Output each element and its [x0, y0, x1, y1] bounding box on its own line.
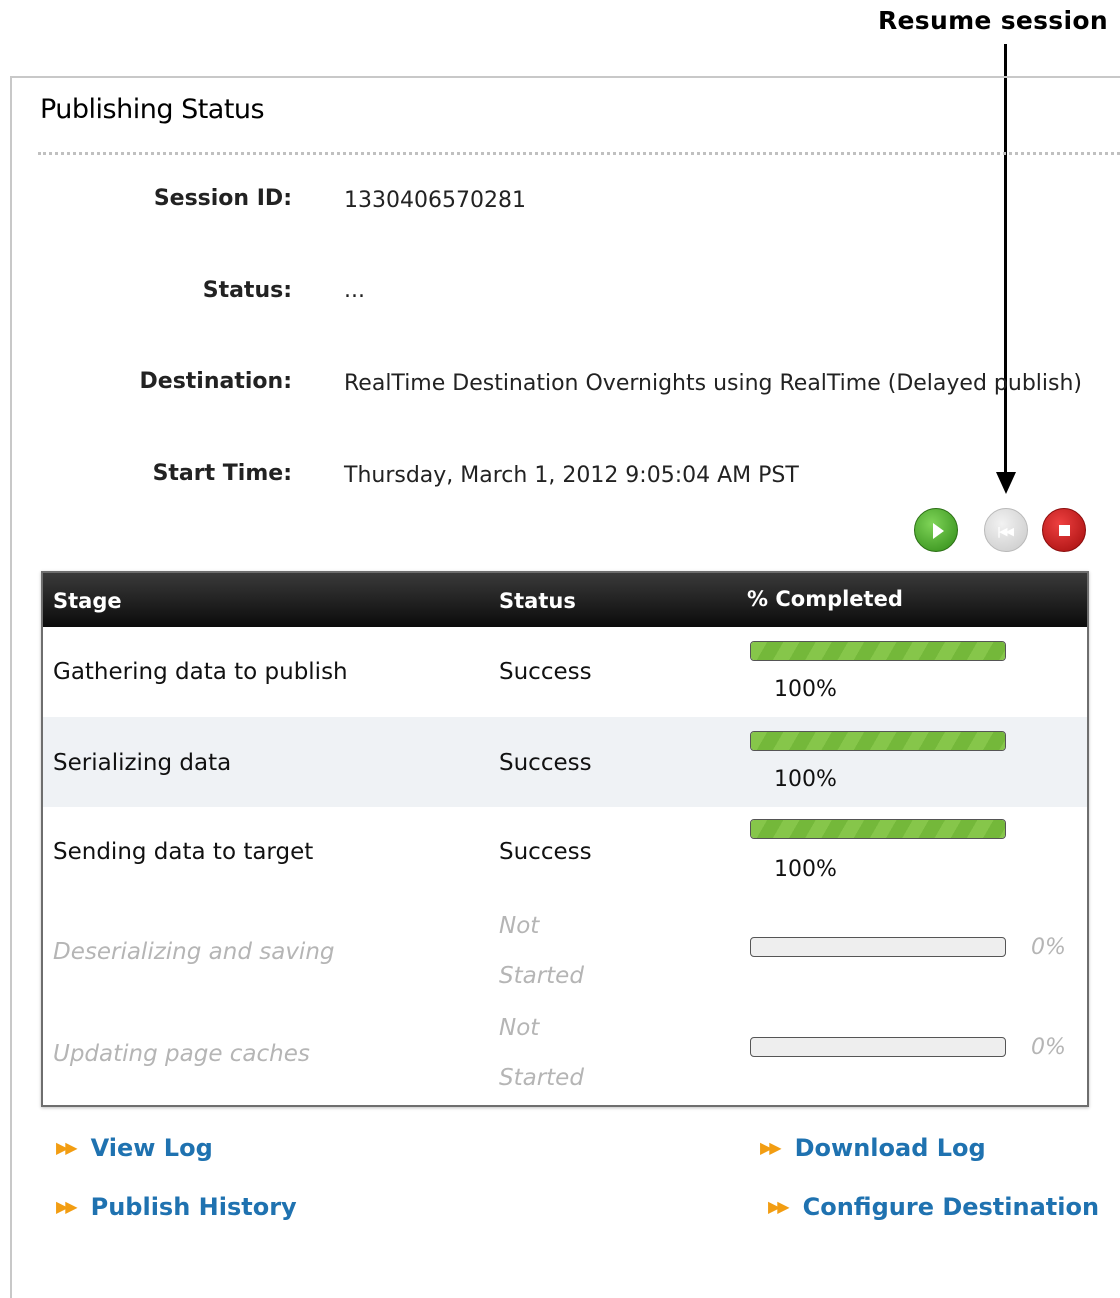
session-id-value: 1330406570281	[344, 188, 526, 213]
double-chevron-right-icon: ▶▶	[768, 1197, 790, 1216]
publishing-stages-table: Stage Status % Completed Gathering data …	[41, 571, 1089, 1107]
resume-session-annotation: Resume session	[878, 6, 1108, 35]
status-cell: Success	[499, 839, 592, 865]
panel-title: Publishing Status	[40, 94, 265, 125]
start-time-label: Start Time:	[152, 461, 292, 486]
stage-cell: Updating page caches	[53, 1041, 310, 1067]
double-chevron-right-icon: ▶▶	[56, 1197, 78, 1216]
column-header-completed: % Completed	[747, 587, 903, 611]
column-header-status: Status	[499, 589, 576, 613]
progress-bar	[750, 731, 1006, 751]
stop-button[interactable]	[1042, 508, 1086, 552]
table-row: Serializing data Success 100%	[43, 717, 1087, 807]
percent-label: 100%	[774, 857, 837, 882]
table-row: Deserializing and saving Not Started 0%	[43, 903, 1087, 1003]
double-chevron-right-icon: ▶▶	[56, 1138, 78, 1157]
destination-label: Destination:	[139, 369, 292, 394]
percent-label: 0%	[1031, 1035, 1066, 1060]
stage-cell: Gathering data to publish	[53, 659, 348, 685]
progress-bar	[750, 1037, 1006, 1057]
download-log-link[interactable]: ▶▶ Download Log	[760, 1134, 986, 1162]
play-button[interactable]	[914, 508, 958, 552]
progress-bar	[750, 819, 1006, 839]
status-cell-line2: Started	[499, 1065, 584, 1091]
status-cell: Success	[499, 750, 592, 776]
percent-label: 100%	[774, 677, 837, 702]
configure-destination-label: Configure Destination	[802, 1193, 1100, 1221]
resume-session-button[interactable]: |◀◀	[984, 508, 1028, 552]
title-divider	[38, 152, 1120, 155]
table-row: Sending data to target Success 100%	[43, 807, 1087, 897]
play-icon	[933, 523, 944, 539]
destination-value: RealTime Destination Overnights using Re…	[344, 371, 1082, 396]
stop-icon	[1059, 525, 1070, 536]
view-log-label: View Log	[90, 1134, 213, 1162]
progress-fill	[751, 732, 1005, 750]
view-log-link[interactable]: ▶▶ View Log	[56, 1134, 213, 1162]
percent-label: 0%	[1031, 935, 1066, 960]
publish-history-link[interactable]: ▶▶ Publish History	[56, 1193, 297, 1221]
status-cell: Success	[499, 659, 592, 685]
session-id-label: Session ID:	[153, 186, 292, 211]
resume-session-icon: |◀◀	[997, 525, 1014, 538]
percent-label: 100%	[774, 767, 837, 792]
status-cell-line2: Started	[499, 963, 584, 989]
status-cell-line1: Not	[499, 913, 540, 939]
table-header: Stage Status % Completed	[43, 573, 1087, 627]
status-cell-line1: Not	[499, 1015, 540, 1041]
table-row: Updating page caches Not Started 0%	[43, 1003, 1087, 1103]
configure-destination-link[interactable]: ▶▶ Configure Destination	[768, 1193, 1099, 1221]
status-label: Status:	[202, 278, 292, 303]
stage-cell: Sending data to target	[53, 839, 314, 865]
stage-cell: Serializing data	[53, 750, 232, 776]
stage-cell: Deserializing and saving	[53, 939, 335, 965]
column-header-stage: Stage	[53, 589, 122, 613]
download-log-label: Download Log	[794, 1134, 986, 1162]
progress-bar	[750, 641, 1006, 661]
double-chevron-right-icon: ▶▶	[760, 1138, 782, 1157]
table-row: Gathering data to publish Success 100%	[43, 627, 1087, 717]
progress-fill	[751, 820, 1005, 838]
progress-bar	[750, 937, 1006, 957]
status-value: ...	[344, 278, 365, 303]
publish-history-label: Publish History	[90, 1193, 297, 1221]
start-time-value: Thursday, March 1, 2012 9:05:04 AM PST	[344, 463, 799, 488]
progress-fill	[751, 642, 1005, 660]
